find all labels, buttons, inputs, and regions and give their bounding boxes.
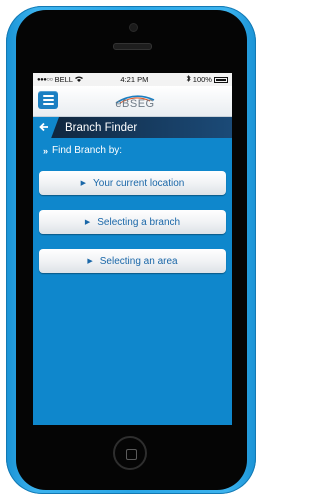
play-triangle-icon: ▶ [80, 180, 87, 187]
signal-icon: ●●●○○ [37, 76, 53, 83]
title-bar: Branch Finder [33, 117, 232, 138]
play-triangle-icon: ▶ [87, 258, 93, 265]
earpiece-speaker [113, 43, 152, 50]
current-location-label: Your current location [93, 177, 185, 189]
status-right: 100% [186, 75, 228, 84]
front-camera [129, 23, 138, 32]
bluetooth-icon [186, 75, 191, 84]
page-title: Branch Finder [65, 121, 138, 134]
battery-percent: 100% [192, 75, 212, 84]
carrier-name: BELL [54, 75, 73, 84]
current-location-button[interactable]: ▶ Your current location [39, 171, 226, 195]
ebseg-logo: eBSEG [110, 91, 160, 111]
home-square-icon [126, 449, 137, 460]
select-branch-label: Selecting a branch [97, 216, 181, 228]
menu-icon [42, 95, 54, 97]
find-branch-heading: » Find Branch by: [43, 145, 226, 156]
select-area-label: Selecting an area [99, 255, 178, 267]
battery-icon [213, 76, 228, 83]
select-branch-button[interactable]: ▶ Selecting a branch [39, 210, 226, 234]
app-header: eBSEG [33, 86, 232, 117]
main-content: » Find Branch by: ▶ Your current locatio… [33, 145, 232, 273]
status-bar: ●●●○○ BELL 4:21 PM 100% [33, 73, 232, 86]
double-chevron-icon: » [43, 145, 49, 156]
select-area-button[interactable]: ▶ Selecting an area [39, 249, 226, 273]
status-time: 4:21 PM [120, 75, 149, 84]
menu-icon-line [42, 99, 54, 101]
wifi-icon [74, 75, 83, 84]
menu-icon-line [42, 103, 54, 105]
home-button[interactable] [113, 436, 147, 470]
back-arrow-icon[interactable] [39, 121, 51, 135]
menu-button[interactable] [38, 91, 58, 109]
app-screen: ●●●○○ BELL 4:21 PM 100% eBSEG Branch Fin… [33, 73, 232, 425]
find-branch-label: Find Branch by: [52, 145, 123, 156]
play-triangle-icon: ▶ [84, 219, 91, 226]
status-left: ●●●○○ BELL [37, 75, 83, 84]
logo-text: eBSEG [115, 98, 155, 110]
